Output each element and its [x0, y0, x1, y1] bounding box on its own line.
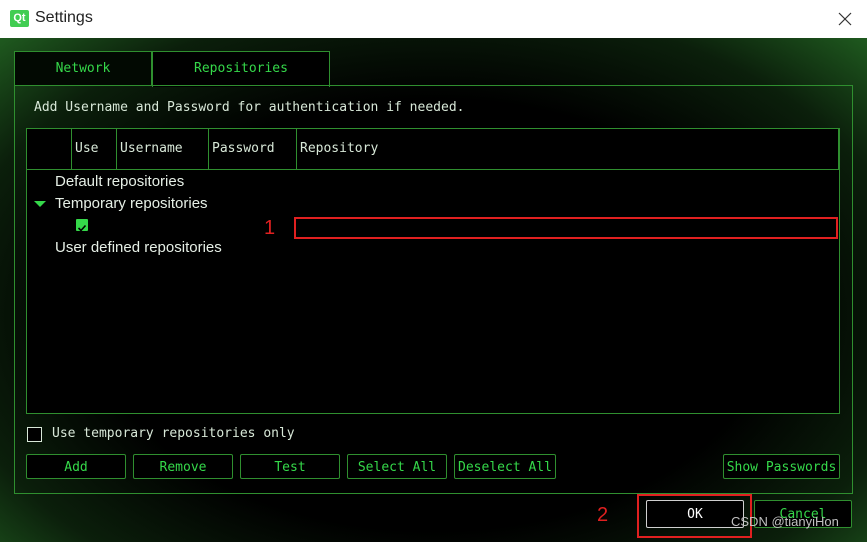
test-button[interactable]: Test	[240, 454, 340, 479]
tree-item-user-defined-repositories[interactable]: User defined repositories	[55, 239, 222, 256]
csdn-watermark: CSDN @tianyiHon	[731, 514, 839, 529]
use-checkbox[interactable]	[76, 219, 88, 232]
repositories-tree[interactable]: Use Username Password Repository	[26, 128, 840, 414]
tree-header: Use Username Password Repository	[27, 129, 839, 170]
ok-button[interactable]: OK	[646, 500, 744, 528]
column-header-repository[interactable]: Repository	[297, 129, 839, 169]
window-title: Settings	[35, 9, 93, 26]
tab-network[interactable]: Network	[14, 51, 152, 86]
select-all-button[interactable]: Select All	[347, 454, 447, 479]
column-header-use[interactable]: Use	[72, 129, 117, 169]
dialog-body: Network Repositories Add Username and Pa…	[0, 38, 867, 542]
deselect-all-button[interactable]: Deselect All	[454, 454, 556, 479]
annotation-number-1: 1	[264, 217, 276, 239]
temporary-only-label: Use temporary repositories only	[52, 426, 295, 441]
close-icon[interactable]	[835, 9, 855, 29]
title-bar: Qt Settings	[0, 0, 867, 38]
annotation-number-2: 2	[597, 504, 609, 526]
column-header-username[interactable]: Username	[117, 129, 209, 169]
tab-repositories[interactable]: Repositories	[152, 51, 330, 87]
repository-cell-highlight[interactable]	[294, 217, 838, 239]
temporary-only-checkbox[interactable]	[27, 427, 42, 442]
column-header-password[interactable]: Password	[209, 129, 297, 169]
tree-item-default-repositories[interactable]: Default repositories	[55, 173, 184, 190]
column-header-tree[interactable]	[27, 129, 72, 169]
checkmark-icon	[77, 224, 87, 232]
remove-button[interactable]: Remove	[133, 454, 233, 479]
auth-hint-text: Add Username and Password for authentica…	[34, 100, 465, 115]
show-passwords-button[interactable]: Show Passwords	[723, 454, 840, 479]
expand-arrow-icon[interactable]	[34, 201, 46, 207]
add-button[interactable]: Add	[26, 454, 126, 479]
settings-dialog: Qt Settings Network Repositories Add Use…	[0, 0, 867, 542]
qt-logo-icon: Qt	[10, 10, 29, 27]
tree-item-temporary-repositories[interactable]: Temporary repositories	[55, 195, 208, 212]
